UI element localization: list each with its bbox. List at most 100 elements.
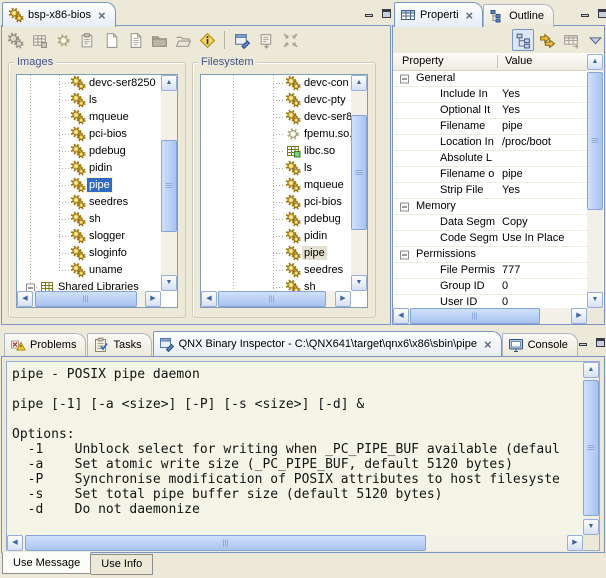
properties-vertical-scrollbar[interactable]: ▲▼: [587, 54, 603, 308]
scroll-thumb[interactable]: [410, 308, 540, 324]
tree-mode-button[interactable]: [512, 29, 534, 51]
tree-item-sh[interactable]: sh: [201, 279, 351, 291]
binary-inspector-button[interactable]: [231, 29, 253, 51]
scroll-arrow-icon[interactable]: ▶: [145, 291, 161, 307]
scroll-thumb[interactable]: [587, 72, 603, 210]
filesystem-tree[interactable]: devc-condevc-ptydevc-ser82fpemu.so.2libc…: [201, 75, 351, 291]
tree-item-seedres[interactable]: seedres: [201, 262, 351, 279]
minimize-icon[interactable]: [576, 335, 589, 347]
scroll-arrow-icon[interactable]: ◀: [7, 535, 23, 551]
tree-item-pci-bios[interactable]: pci-bios: [17, 126, 161, 143]
images-tree-horizontal-scrollbar[interactable]: ◀▶: [17, 291, 161, 307]
tree-item-mqueue[interactable]: mqueue: [201, 177, 351, 194]
open-folder-button[interactable]: [172, 29, 194, 51]
tree-item-ls[interactable]: ls: [17, 92, 161, 109]
property-row-filename[interactable]: Filenamepipe: [394, 119, 587, 135]
item-info-button[interactable]: [196, 29, 218, 51]
column-divider[interactable]: [497, 55, 498, 68]
restore-default-value-button[interactable]: [560, 29, 582, 51]
view-tab-console[interactable]: Console: [502, 333, 578, 356]
add-library-button[interactable]: [28, 29, 50, 51]
collapse-expander-icon[interactable]: [400, 250, 409, 259]
property-row-group-id[interactable]: Group ID0: [394, 279, 587, 295]
images-tree-vertical-scrollbar[interactable]: ▲▼: [161, 75, 177, 291]
scroll-thumb[interactable]: [161, 140, 177, 232]
tree-item-slogger[interactable]: slogger: [17, 228, 161, 245]
dump-file-button[interactable]: [255, 29, 277, 51]
editor-tab-bsp-x86-bios[interactable]: bsp-x86-bios×: [2, 2, 116, 27]
view-build-file-button[interactable]: [124, 29, 146, 51]
tree-item-pidin[interactable]: pidin: [201, 228, 351, 245]
property-row-include-in[interactable]: Include InYes: [394, 87, 587, 103]
show-advanced-properties-button[interactable]: [536, 29, 558, 51]
scroll-arrow-icon[interactable]: ◀: [17, 291, 33, 307]
tree-item-sh[interactable]: sh: [17, 211, 161, 228]
tree-item-ls[interactable]: ls: [201, 160, 351, 177]
minimize-icon[interactable]: [578, 6, 591, 18]
filesystem-tree-horizontal-scrollbar[interactable]: ◀▶: [201, 291, 351, 307]
add-dll-button[interactable]: [52, 29, 74, 51]
tree-item-mqueue[interactable]: mqueue: [17, 109, 161, 126]
tree-item-devc-con[interactable]: devc-con: [201, 75, 351, 92]
tree-item-pdebug[interactable]: pdebug: [17, 143, 161, 160]
view-tab-qnx-binary-inspector-c-qnx64[interactable]: QNX Binary Inspector - C:\QNX641\target\…: [153, 331, 502, 356]
new-item-button[interactable]: [100, 29, 122, 51]
tab-close-icon[interactable]: ×: [98, 10, 106, 21]
inspector-vertical-scrollbar[interactable]: ▲▼: [583, 362, 599, 535]
add-binaries-button[interactable]: [4, 29, 26, 51]
inspector-horizontal-scrollbar[interactable]: ◀▶: [7, 535, 583, 551]
tree-item-devc-pty[interactable]: devc-pty: [201, 92, 351, 109]
tab-close-icon[interactable]: ×: [466, 10, 474, 21]
scroll-arrow-icon[interactable]: ▲: [583, 362, 599, 378]
property-row-location-in[interactable]: Location In/proc/boot: [394, 135, 587, 151]
collapse-expander-icon[interactable]: [26, 283, 35, 291]
maximize-icon[interactable]: [596, 6, 606, 18]
collapse-expander-icon[interactable]: [400, 74, 409, 83]
property-row-user-id[interactable]: User ID0: [394, 295, 587, 308]
scroll-arrow-icon[interactable]: ▼: [583, 519, 599, 535]
scroll-arrow-icon[interactable]: ◀: [393, 308, 409, 324]
scroll-thumb[interactable]: [35, 291, 137, 307]
tree-item-shared-libraries[interactable]: Shared Libraries: [17, 279, 161, 291]
tree-item-pidin[interactable]: pidin: [17, 160, 161, 177]
scroll-thumb[interactable]: [351, 115, 367, 230]
inspector-text[interactable]: pipe - POSIX pipe daemonpipe [-1] [-a <s…: [12, 367, 579, 533]
scroll-arrow-icon[interactable]: ▲: [161, 75, 177, 91]
collapse-expander-icon[interactable]: [400, 202, 409, 211]
tree-item-fpemu-so-2[interactable]: fpemu.so.2: [201, 126, 351, 143]
scroll-thumb[interactable]: [25, 535, 426, 551]
scroll-arrow-icon[interactable]: ◀: [201, 291, 217, 307]
scroll-arrow-icon[interactable]: ▼: [161, 275, 177, 291]
optimize-image-button[interactable]: [279, 29, 301, 51]
view-menu-button[interactable]: [584, 29, 606, 51]
view-tab-tasks[interactable]: Tasks: [87, 333, 151, 356]
import-folder-button[interactable]: [148, 29, 170, 51]
tree-item-devc-ser82[interactable]: devc-ser82: [201, 109, 351, 126]
scroll-arrow-icon[interactable]: ▶: [571, 308, 587, 324]
tree-item-uname[interactable]: uname: [17, 262, 161, 279]
tab-close-icon[interactable]: ×: [484, 339, 492, 350]
view-tab-problems[interactable]: Problems: [4, 333, 86, 356]
property-row-general[interactable]: General: [394, 71, 587, 87]
tree-item-pipe[interactable]: pipe: [17, 177, 161, 194]
scroll-arrow-icon[interactable]: ▲: [351, 75, 367, 91]
inspector-tab-use-message[interactable]: Use Message: [2, 552, 91, 574]
property-row-optional-it[interactable]: Optional ItYes: [394, 103, 587, 119]
scroll-arrow-icon[interactable]: ▼: [351, 275, 367, 291]
properties-horizontal-scrollbar[interactable]: ◀▶: [393, 308, 587, 324]
tree-item-devc-ser8250[interactable]: devc-ser8250: [17, 75, 161, 92]
property-row-strip-file[interactable]: Strip FileYes: [394, 183, 587, 199]
images-tree[interactable]: devc-ser8250lsmqueuepci-biospdebugpidinp…: [17, 75, 161, 291]
maximize-icon[interactable]: [380, 6, 393, 18]
property-row-filename-o[interactable]: Filename opipe: [394, 167, 587, 183]
tree-item-sloginfo[interactable]: sloginfo: [17, 245, 161, 262]
scroll-arrow-icon[interactable]: ▶: [567, 535, 583, 551]
property-row-file-permis[interactable]: File Permis777: [394, 263, 587, 279]
paste-item-button[interactable]: [76, 29, 98, 51]
property-row-permissions[interactable]: Permissions: [394, 247, 587, 263]
property-row-absolute-l[interactable]: Absolute L: [394, 151, 587, 167]
scroll-arrow-icon[interactable]: ▼: [587, 292, 603, 308]
scroll-thumb[interactable]: [583, 380, 599, 516]
tree-item-pci-bios[interactable]: pci-bios: [201, 194, 351, 211]
tree-item-pdebug[interactable]: pdebug: [201, 211, 351, 228]
